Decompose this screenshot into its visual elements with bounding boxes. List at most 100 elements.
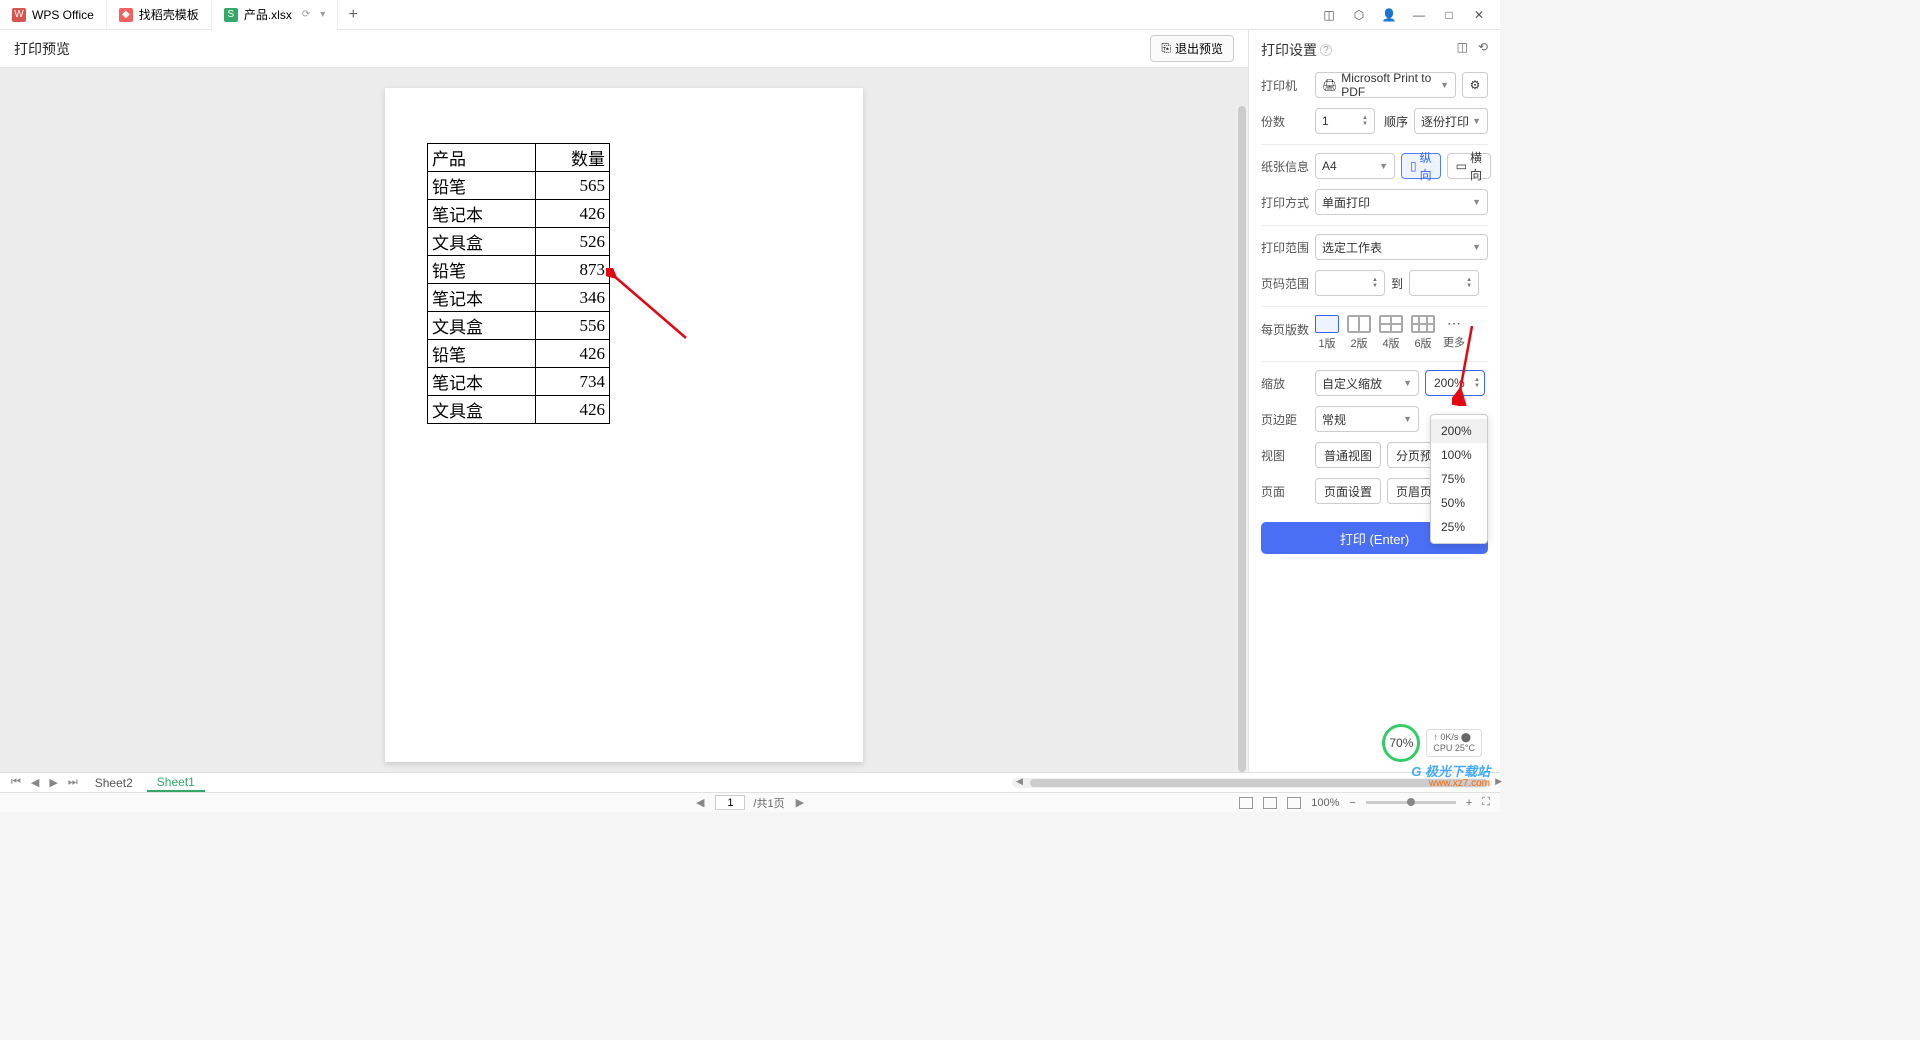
layout-6[interactable]: 6版: [1411, 315, 1435, 351]
view-normal-button[interactable]: 普通视图: [1315, 442, 1381, 468]
minimize-icon[interactable]: —: [1410, 6, 1428, 24]
landscape-button[interactable]: ▭横向: [1447, 153, 1491, 179]
chevron-down-icon: ▼: [1403, 378, 1412, 388]
order-select[interactable]: 逐份打印 ▼: [1414, 108, 1488, 134]
page-input[interactable]: [715, 795, 745, 810]
chevron-down-icon: ▼: [1472, 242, 1481, 252]
chevron-down-icon: ▼: [1472, 197, 1481, 207]
cell: 铅笔: [428, 340, 536, 368]
view-mode-2[interactable]: [1263, 797, 1277, 809]
btn-label: 页面设置: [1324, 483, 1372, 500]
nav-next[interactable]: ▶: [46, 776, 60, 789]
zoom-option-50[interactable]: 50%: [1431, 491, 1487, 515]
spinner-icon[interactable]: ▲▼: [1362, 115, 1368, 127]
preview-title: 打印预览: [14, 39, 70, 59]
portrait-button[interactable]: ▯纵向: [1401, 153, 1441, 179]
method-select[interactable]: 单面打印 ▼: [1315, 189, 1488, 215]
perf-box: ↑ 0K/s ⬤ CPU 25°C: [1426, 729, 1482, 757]
tab-menu-icon[interactable]: ▾: [320, 9, 325, 20]
vertical-scrollbar[interactable]: [1236, 106, 1248, 772]
refresh-icon[interactable]: ⟲: [1478, 40, 1488, 54]
cell: 铅笔: [428, 172, 536, 200]
chevron-down-icon: ▼: [1472, 116, 1481, 126]
page-from-input[interactable]: ▲▼: [1315, 270, 1385, 296]
zoom-dropdown: 200% 100% 75% 50% 25%: [1430, 414, 1488, 544]
zoom-option-200[interactable]: 200%: [1431, 419, 1487, 443]
cell: 笔记本: [428, 200, 536, 228]
spinner-icon[interactable]: ▲▼: [1474, 377, 1480, 389]
close-icon[interactable]: ✕: [1470, 6, 1488, 24]
layout-label: 1版: [1318, 335, 1335, 351]
tab-sync-icon[interactable]: ⟳: [302, 9, 310, 20]
landscape-icon: ▭: [1456, 159, 1467, 173]
fullscreen-icon[interactable]: ⛶: [1482, 796, 1490, 809]
layout-more[interactable]: ⋯更多: [1443, 315, 1465, 350]
paper-label: 纸张信息: [1261, 158, 1309, 175]
tab-add[interactable]: +: [338, 6, 368, 24]
nav-last[interactable]: ⏭: [65, 776, 81, 789]
nav-first[interactable]: ⏮: [8, 776, 24, 789]
paper-value: A4: [1322, 159, 1337, 173]
page-setup-button[interactable]: 页面设置: [1315, 478, 1381, 504]
perf-widget[interactable]: 70% ↑ 0K/s ⬤ CPU 25°C: [1382, 724, 1482, 762]
margin-select[interactable]: 常规 ▼: [1315, 406, 1419, 432]
titlebar-right: ◫ ⬡ 👤 — □ ✕: [1320, 6, 1500, 24]
cell: 565: [536, 172, 610, 200]
view-mode-3[interactable]: [1287, 797, 1301, 809]
cell: 铅笔: [428, 256, 536, 284]
layout-2[interactable]: 2版: [1347, 315, 1371, 351]
view-mode-1[interactable]: [1239, 797, 1253, 809]
layout-1[interactable]: 1版: [1315, 315, 1339, 351]
zoom-out[interactable]: −: [1349, 797, 1355, 809]
to-label: 到: [1391, 275, 1403, 292]
cell: 文具盒: [428, 312, 536, 340]
tab-file[interactable]: S 产品.xlsx ⟳ ▾: [212, 0, 338, 30]
zoom-slider[interactable]: [1366, 801, 1456, 804]
margin-label: 页边距: [1261, 411, 1309, 428]
gear-icon: ⚙: [1470, 78, 1481, 92]
tab-label: 产品.xlsx: [244, 6, 292, 23]
btn-label: 普通视图: [1324, 447, 1372, 464]
page-prev[interactable]: ◀: [693, 796, 707, 809]
zoom-option-100[interactable]: 100%: [1431, 443, 1487, 467]
printer-select[interactable]: 🖨Microsoft Print to PDF ▼: [1315, 72, 1456, 98]
maximize-icon[interactable]: □: [1440, 6, 1458, 24]
avatar-icon[interactable]: 👤: [1380, 6, 1398, 24]
zoom-value: 200%: [1434, 376, 1465, 390]
exit-icon: ⎘: [1161, 41, 1171, 56]
nav-prev[interactable]: ◀: [28, 776, 42, 789]
paper-select[interactable]: A4 ▼: [1315, 153, 1395, 179]
cube-icon[interactable]: ⬡: [1350, 6, 1368, 24]
zoom-in[interactable]: +: [1466, 797, 1472, 809]
template-icon: ◆: [119, 8, 133, 22]
sheet-tab-sheet1[interactable]: Sheet1: [147, 773, 205, 792]
zoom-mode-select[interactable]: 自定义缩放 ▼: [1315, 370, 1419, 396]
zoom-option-25[interactable]: 25%: [1431, 515, 1487, 539]
portrait-label: 纵向: [1420, 149, 1432, 183]
sheet-tab-sheet2[interactable]: Sheet2: [85, 773, 143, 792]
zoom-option-75[interactable]: 75%: [1431, 467, 1487, 491]
layout-icon[interactable]: ◫: [1457, 40, 1468, 54]
zoom-value-input[interactable]: 200% ▲▼: [1425, 370, 1485, 396]
panel-icon[interactable]: ◫: [1320, 6, 1338, 24]
help-icon[interactable]: ?: [1320, 44, 1332, 56]
exit-preview-button[interactable]: ⎘ 退出预览: [1150, 35, 1234, 62]
perf-circle: 70%: [1382, 724, 1420, 762]
tab-templates[interactable]: ◆ 找稻壳模板: [107, 0, 212, 30]
view-label: 视图: [1261, 447, 1309, 464]
printer-label: 打印机: [1261, 77, 1309, 94]
method-value: 单面打印: [1322, 194, 1370, 211]
landscape-label: 横向: [1470, 149, 1482, 183]
range-label: 打印范围: [1261, 239, 1309, 256]
range-select[interactable]: 选定工作表 ▼: [1315, 234, 1488, 260]
data-table: 产品数量 铅笔565 笔记本426 文具盒526 铅笔873 笔记本346 文具…: [427, 143, 610, 424]
chevron-down-icon: ▼: [1403, 414, 1412, 424]
cell: 346: [536, 284, 610, 312]
page-next[interactable]: ▶: [793, 796, 807, 809]
printer-settings-button[interactable]: ⚙: [1462, 72, 1488, 98]
layout-4[interactable]: 4版: [1379, 315, 1403, 351]
cell: 笔记本: [428, 368, 536, 396]
page-to-input[interactable]: ▲▼: [1409, 270, 1479, 296]
copies-input[interactable]: 1 ▲▼: [1315, 108, 1375, 134]
tab-wps[interactable]: W WPS Office: [0, 0, 107, 30]
